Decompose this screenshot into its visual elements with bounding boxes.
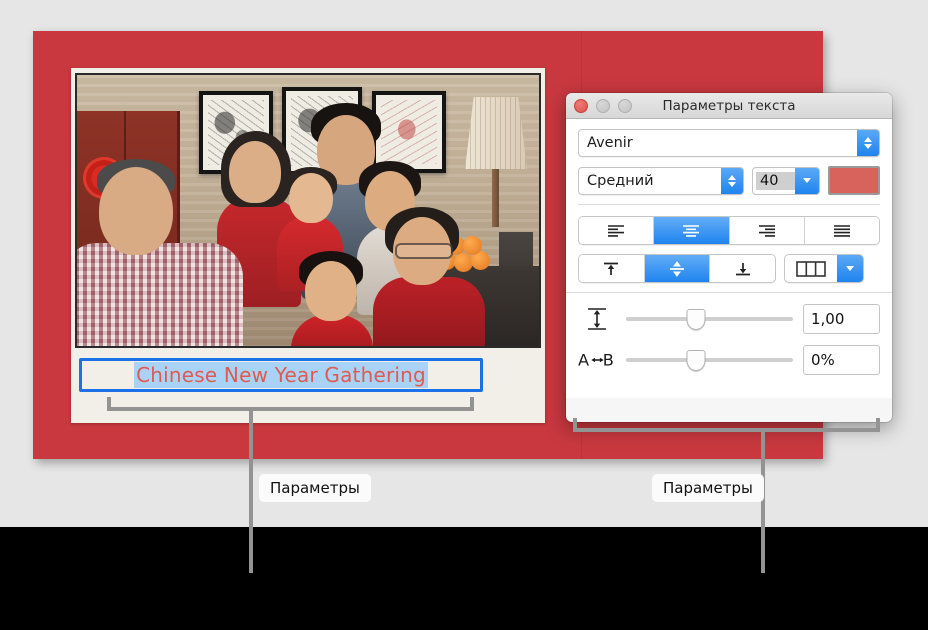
section-divider: [578, 204, 880, 205]
columns-button[interactable]: [784, 254, 864, 283]
vertical-alignment-row: [578, 254, 880, 283]
columns-icon[interactable]: [785, 255, 837, 282]
screenshot-root: Chinese New Year Gathering Параметры тек…: [0, 0, 928, 630]
font-family-value: Avenir: [587, 135, 633, 151]
typeface-row: Средний 40: [578, 166, 880, 195]
text-caption-field[interactable]: Chinese New Year Gathering: [79, 358, 483, 392]
valign-middle-button[interactable]: [644, 255, 711, 282]
callout-left-label: Параметры: [259, 474, 371, 502]
character-spacing-slider[interactable]: [626, 349, 793, 371]
character-spacing-row: A B 0%: [578, 345, 880, 375]
text-color-swatch[interactable]: [828, 166, 880, 195]
svg-text:B: B: [603, 351, 614, 370]
align-right-icon: [758, 224, 775, 237]
photo-card[interactable]: Chinese New Year Gathering: [71, 68, 545, 423]
font-family-stepper-icon[interactable]: [857, 130, 879, 156]
svg-text:A: A: [578, 351, 589, 370]
callout-left-leader: [249, 409, 253, 573]
font-family-row: Avenir: [578, 129, 880, 157]
line-spacing-row: 1,00: [578, 304, 880, 334]
line-spacing-icon: [578, 306, 616, 332]
columns-chevron-down-icon[interactable]: [837, 255, 863, 282]
paragraph-alignment-group[interactable]: [578, 216, 880, 245]
font-size-value[interactable]: 40: [756, 171, 795, 190]
callout-right-bracket-bar: [573, 428, 880, 432]
typeface-select[interactable]: Средний: [578, 166, 744, 195]
valign-bottom-icon: [735, 262, 750, 275]
line-spacing-slider[interactable]: [626, 308, 793, 330]
align-left-icon: [608, 224, 625, 237]
character-spacing-icon: A B: [578, 349, 616, 371]
font-size-field[interactable]: 40: [752, 166, 820, 195]
typeface-value: Средний: [587, 172, 654, 189]
callout-right-leader: [761, 430, 765, 573]
window-titlebar[interactable]: Параметры текста: [566, 93, 892, 119]
line-spacing-thumb[interactable]: [686, 308, 706, 330]
valign-top-button[interactable]: [579, 255, 645, 282]
font-family-select[interactable]: Avenir: [578, 129, 880, 157]
align-justify-button[interactable]: [804, 217, 879, 244]
window-body: Avenir Средний 40 1,00 A B 0%: [566, 119, 892, 398]
eyeglasses: [395, 243, 453, 259]
frame-artwork: [381, 100, 437, 164]
character-spacing-value[interactable]: 0%: [803, 345, 880, 375]
photo-scene: [77, 75, 539, 346]
align-center-button[interactable]: [654, 217, 730, 244]
photo-image[interactable]: [75, 73, 541, 348]
lamp-shade: [465, 97, 527, 169]
callout-left-bracket-end: [470, 397, 474, 411]
caption-text[interactable]: Chinese New Year Gathering: [134, 362, 428, 388]
align-left-button[interactable]: [579, 217, 655, 244]
paragraph-alignment-row: [578, 216, 880, 245]
character-spacing-track[interactable]: [626, 358, 793, 362]
align-right-button[interactable]: [729, 217, 805, 244]
align-center-icon: [683, 224, 700, 237]
line-spacing-track[interactable]: [626, 317, 793, 321]
window-title: Параметры текста: [662, 97, 796, 114]
font-size-chevron-down-icon[interactable]: [795, 167, 819, 194]
callout-right-bracket-end: [876, 418, 880, 432]
valign-bottom-button[interactable]: [710, 255, 775, 282]
align-justify-icon: [833, 224, 850, 237]
vertical-alignment-group[interactable]: [578, 254, 776, 283]
text-options-window[interactable]: Параметры текста Avenir Средний 40 1,00 …: [566, 93, 892, 422]
valign-top-icon: [604, 262, 619, 275]
valign-middle-icon: [670, 260, 684, 277]
callout-right-label: Параметры: [652, 474, 764, 502]
lamp-stem: [492, 169, 499, 227]
callout-left-bracket-bar: [107, 407, 474, 411]
character-spacing-thumb[interactable]: [686, 349, 706, 371]
typeface-stepper-icon[interactable]: [721, 167, 743, 194]
line-spacing-value[interactable]: 1,00: [803, 304, 880, 334]
spacing-panel: 1,00 A B 0%: [566, 292, 892, 398]
bottom-black-band: [0, 527, 928, 630]
